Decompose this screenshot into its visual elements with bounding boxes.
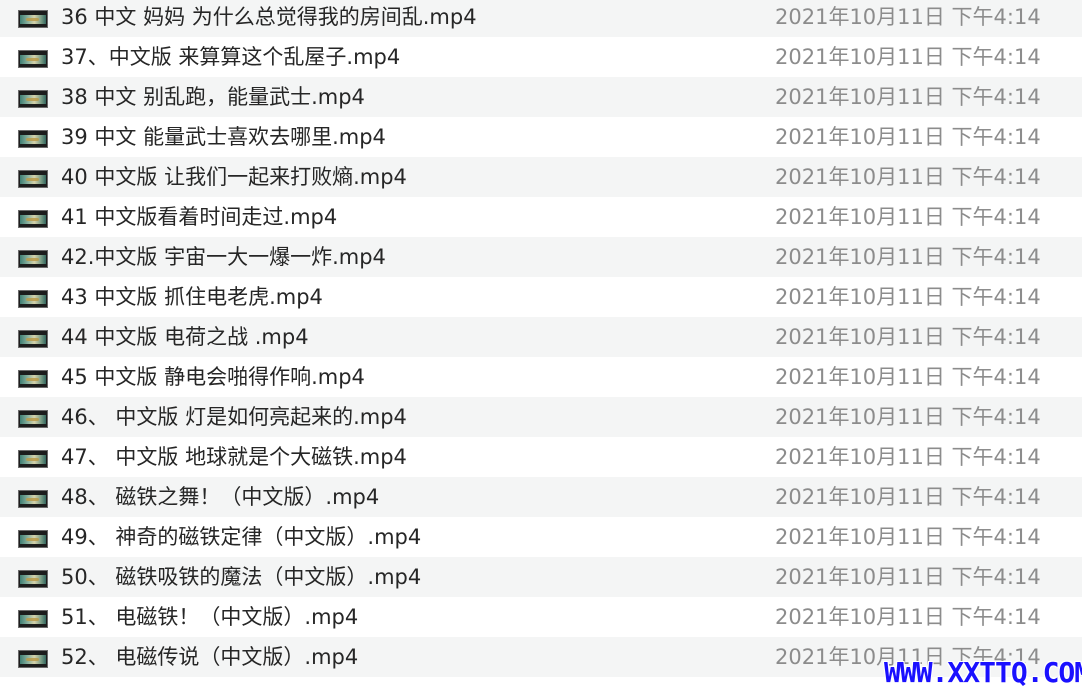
file-name: 40 中文版 让我们一起来打败熵.mp4 [61, 165, 407, 189]
video-thumbnail-icon [18, 330, 48, 348]
file-date-modified: 2021年10月11日 下午4:14 [775, 325, 1041, 349]
file-name: 44 中文版 电荷之战 .mp4 [61, 325, 309, 349]
video-thumbnail-icon [18, 530, 48, 548]
video-thumbnail-icon [18, 130, 48, 148]
file-date-modified: 2021年10月11日 下午4:14 [775, 525, 1041, 549]
file-row[interactable]: 37、中文版 来算算这个乱屋子.mp4 2021年10月11日 下午4:14 [0, 37, 1082, 77]
file-row[interactable]: 44 中文版 电荷之战 .mp4 2021年10月11日 下午4:14 [0, 317, 1082, 357]
video-thumbnail-icon [18, 410, 48, 428]
file-row[interactable]: 47、 中文版 地球就是个大磁铁.mp4 2021年10月11日 下午4:14 [0, 437, 1082, 477]
file-row[interactable]: 51、 电磁铁！（中文版）.mp4 2021年10月11日 下午4:14 [0, 597, 1082, 637]
file-row[interactable]: 49、 神奇的磁铁定律（中文版）.mp4 2021年10月11日 下午4:14 [0, 517, 1082, 557]
file-date-modified: 2021年10月11日 下午4:14 [775, 45, 1041, 69]
video-thumbnail-icon [18, 290, 48, 308]
file-name: 43 中文版 抓住电老虎.mp4 [61, 285, 323, 309]
video-thumbnail-icon [18, 10, 48, 28]
file-date-modified: 2021年10月11日 下午4:14 [775, 445, 1041, 469]
file-name: 38 中文 别乱跑，能量武士.mp4 [61, 85, 365, 109]
file-row[interactable]: 40 中文版 让我们一起来打败熵.mp4 2021年10月11日 下午4:14 [0, 157, 1082, 197]
file-name: 36 中文 妈妈 为什么总觉得我的房间乱.mp4 [61, 5, 477, 29]
file-row[interactable]: 48、 磁铁之舞！（中文版）.mp4 2021年10月11日 下午4:14 [0, 477, 1082, 517]
video-thumbnail-icon [18, 370, 48, 388]
file-date-modified: 2021年10月11日 下午4:14 [775, 405, 1041, 429]
file-row[interactable]: 38 中文 别乱跑，能量武士.mp4 2021年10月11日 下午4:14 [0, 77, 1082, 117]
file-name: 51、 电磁铁！（中文版）.mp4 [61, 605, 359, 629]
file-date-modified: 2021年10月11日 下午4:14 [775, 285, 1041, 309]
file-row[interactable]: 39 中文 能量武士喜欢去哪里.mp4 2021年10月11日 下午4:14 [0, 117, 1082, 157]
watermark-text: WWW.XXTTQ.COM [884, 656, 1082, 689]
video-thumbnail-icon [18, 450, 48, 468]
file-date-modified: 2021年10月11日 下午4:14 [775, 5, 1041, 29]
file-name: 46、 中文版 灯是如何亮起来的.mp4 [61, 405, 407, 429]
video-thumbnail-icon [18, 50, 48, 68]
file-row[interactable]: 42.中文版 宇宙一大一爆一炸.mp4 2021年10月11日 下午4:14 [0, 237, 1082, 277]
file-name: 42.中文版 宇宙一大一爆一炸.mp4 [61, 245, 386, 269]
file-date-modified: 2021年10月11日 下午4:14 [775, 485, 1041, 509]
file-row[interactable]: 36 中文 妈妈 为什么总觉得我的房间乱.mp4 2021年10月11日 下午4… [0, 0, 1082, 37]
video-thumbnail-icon [18, 570, 48, 588]
file-row[interactable]: 46、 中文版 灯是如何亮起来的.mp4 2021年10月11日 下午4:14 [0, 397, 1082, 437]
video-thumbnail-icon [18, 250, 48, 268]
file-name: 50、 磁铁吸铁的魔法（中文版）.mp4 [61, 565, 422, 589]
file-row[interactable]: 43 中文版 抓住电老虎.mp4 2021年10月11日 下午4:14 [0, 277, 1082, 317]
file-name: 49、 神奇的磁铁定律（中文版）.mp4 [61, 525, 422, 549]
file-date-modified: 2021年10月11日 下午4:14 [775, 565, 1041, 589]
file-name: 37、中文版 来算算这个乱屋子.mp4 [61, 45, 401, 69]
file-date-modified: 2021年10月11日 下午4:14 [775, 245, 1041, 269]
video-thumbnail-icon [18, 210, 48, 228]
file-name: 39 中文 能量武士喜欢去哪里.mp4 [61, 125, 386, 149]
video-thumbnail-icon [18, 490, 48, 508]
file-name: 48、 磁铁之舞！（中文版）.mp4 [61, 485, 380, 509]
file-list: 36 中文 妈妈 为什么总觉得我的房间乱.mp4 2021年10月11日 下午4… [0, 0, 1082, 677]
video-thumbnail-icon [18, 170, 48, 188]
file-date-modified: 2021年10月11日 下午4:14 [775, 125, 1041, 149]
file-date-modified: 2021年10月11日 下午4:14 [775, 85, 1041, 109]
file-date-modified: 2021年10月11日 下午4:14 [775, 365, 1041, 389]
file-name: 41 中文版看着时间走过.mp4 [61, 205, 338, 229]
file-name: 47、 中文版 地球就是个大磁铁.mp4 [61, 445, 407, 469]
video-thumbnail-icon [18, 90, 48, 108]
video-thumbnail-icon [18, 650, 48, 668]
file-row[interactable]: 45 中文版 静电会啪得作响.mp4 2021年10月11日 下午4:14 [0, 357, 1082, 397]
file-date-modified: 2021年10月11日 下午4:14 [775, 165, 1041, 189]
file-name: 45 中文版 静电会啪得作响.mp4 [61, 365, 365, 389]
file-date-modified: 2021年10月11日 下午4:14 [775, 205, 1041, 229]
video-thumbnail-icon [18, 610, 48, 628]
file-date-modified: 2021年10月11日 下午4:14 [775, 605, 1041, 629]
file-row[interactable]: 50、 磁铁吸铁的魔法（中文版）.mp4 2021年10月11日 下午4:14 [0, 557, 1082, 597]
file-row[interactable]: 41 中文版看着时间走过.mp4 2021年10月11日 下午4:14 [0, 197, 1082, 237]
file-name: 52、 电磁传说（中文版）.mp4 [61, 645, 359, 669]
